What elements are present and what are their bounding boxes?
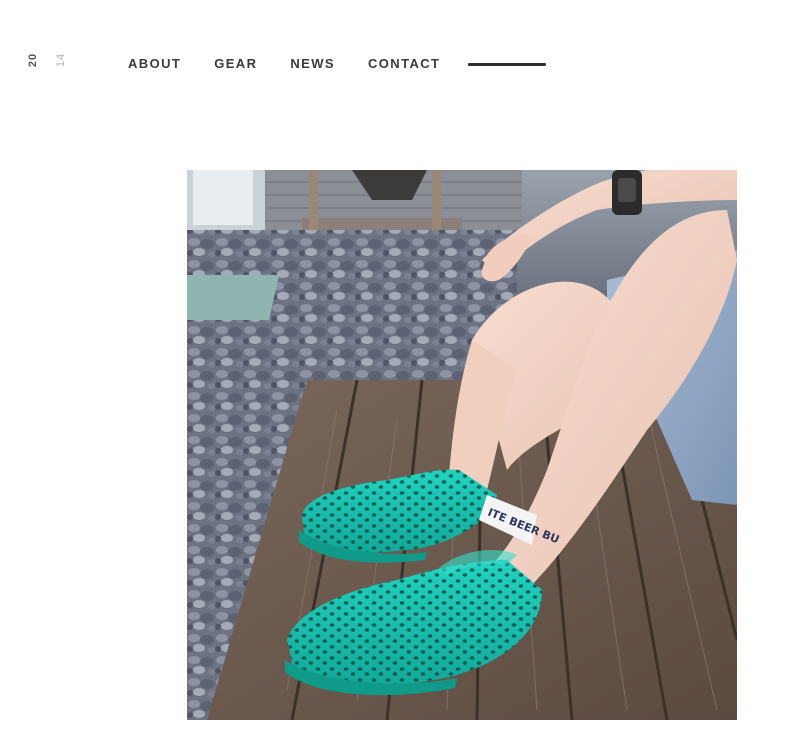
year-part-2: 14 [55, 52, 68, 68]
product-photo-illustration: ITE BEER BU [187, 170, 737, 720]
year-part-1: 20 [27, 52, 40, 68]
nav-link-news[interactable]: NEWS [290, 56, 335, 72]
nav-link-contact[interactable]: CONTACT [368, 56, 440, 72]
nav-link-about[interactable]: ABOUT [128, 56, 181, 72]
year-logo[interactable]: 20 14 [26, 52, 72, 72]
nav-divider-rule [468, 62, 547, 66]
main-nav: ABOUT GEAR NEWS CONTACT [128, 56, 547, 72]
product-photo: ITE BEER BU [187, 170, 737, 720]
site-header: 20 14 ABOUT GEAR NEWS CONTACT [0, 0, 790, 120]
nav-link-gear[interactable]: GEAR [214, 56, 257, 72]
